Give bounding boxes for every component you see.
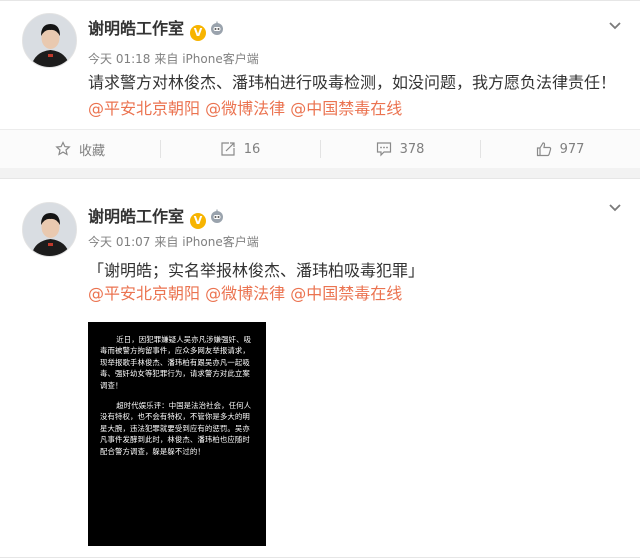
like-count: 977 <box>559 141 585 157</box>
action-bar: 收藏 16 378 977 <box>0 129 640 168</box>
post-source: 来自 iPhone客户端 <box>154 52 259 66</box>
favorite-label: 收藏 <box>78 143 105 159</box>
notice-paragraph: 近日，因犯罪嫌疑人吴亦凡涉嫌强奸、吸毒而被警方拘留事件，应众多网友举报请求，现举… <box>100 335 252 390</box>
mention-link[interactable]: @微博法律 <box>205 99 285 118</box>
repost-button[interactable]: 16 <box>160 130 320 168</box>
mention-link[interactable]: @平安北京朝阳 <box>88 99 200 118</box>
mention-link[interactable]: @微博法律 <box>205 284 285 303</box>
post-title: 「谢明皓；实名举报林俊杰、潘玮柏吸毒犯罪」 <box>88 261 425 280</box>
mention-link[interactable]: @中国禁毒在线 <box>290 284 402 303</box>
like-button[interactable]: 977 <box>480 130 640 168</box>
post-meta: 今天 01:18 来自 iPhone客户端 <box>88 51 263 67</box>
avatar[interactable] <box>22 202 77 257</box>
avatar[interactable] <box>22 13 77 68</box>
star-icon <box>55 141 71 156</box>
mention-link[interactable]: @中国禁毒在线 <box>290 99 402 118</box>
repost-count: 16 <box>243 141 261 157</box>
author-name[interactable]: 谢明皓工作室 <box>88 207 184 226</box>
post-meta: 今天 01:07 来自 iPhone客户端 <box>88 234 263 250</box>
weibo-post-1: 谢明皓工作室 V 今天 01:18 来自 iPhone客户端 请求警方对林俊杰、潘玮… <box>0 0 640 168</box>
comment-button[interactable]: 378 <box>320 130 480 168</box>
post-time[interactable]: 今天 01:18 <box>88 52 150 66</box>
attached-image-notice[interactable]: 近日，因犯罪嫌疑人吴亦凡涉嫌强奸、吸毒而被警方拘留事件，应众多网友举报请求，现举… <box>88 322 266 546</box>
chevron-down-icon[interactable] <box>608 203 622 213</box>
post-source: 来自 iPhone客户端 <box>154 235 259 249</box>
avatar-image <box>23 203 76 256</box>
author-name-row: 谢明皓工作室 V <box>88 19 225 41</box>
weibo-post-2: 谢明皓工作室 V 今天 01:07 来自 iPhone客户端 「谢明皓；实名举报林俊… <box>0 178 640 558</box>
mention-link[interactable]: @平安北京朝阳 <box>88 284 200 303</box>
post-time[interactable]: 今天 01:07 <box>88 235 150 249</box>
thumbs-up-icon <box>536 142 551 157</box>
favorite-button[interactable]: 收藏 <box>0 130 160 168</box>
chevron-down-icon[interactable] <box>608 21 622 31</box>
author-name[interactable]: 谢明皓工作室 <box>88 19 184 38</box>
verified-badge-icon: V <box>190 213 207 229</box>
mention-links: @平安北京朝阳 @微博法律 @中国禁毒在线 <box>88 282 402 306</box>
notice-paragraph: 超时代娱乐评：中国是法治社会，任何人没有特权，也不会有特权，不管你是多大的明星大… <box>100 401 252 456</box>
comment-count: 378 <box>399 141 425 157</box>
author-name-row: 谢明皓工作室 V <box>88 207 225 229</box>
post-text: 请求警方对林俊杰、潘玮柏进行吸毒检测，如没问题，我方愿负法律责任！ @平安北京朝阳… <box>88 70 628 122</box>
comment-icon <box>376 142 391 157</box>
member-robot-icon <box>211 21 224 35</box>
member-robot-icon <box>211 209 224 223</box>
avatar-image <box>23 14 76 67</box>
post-content: 请求警方对林俊杰、潘玮柏进行吸毒检测，如没问题，我方愿负法律责任！ <box>88 73 617 92</box>
repost-icon <box>221 142 235 156</box>
verified-badge-icon: V <box>190 25 207 41</box>
